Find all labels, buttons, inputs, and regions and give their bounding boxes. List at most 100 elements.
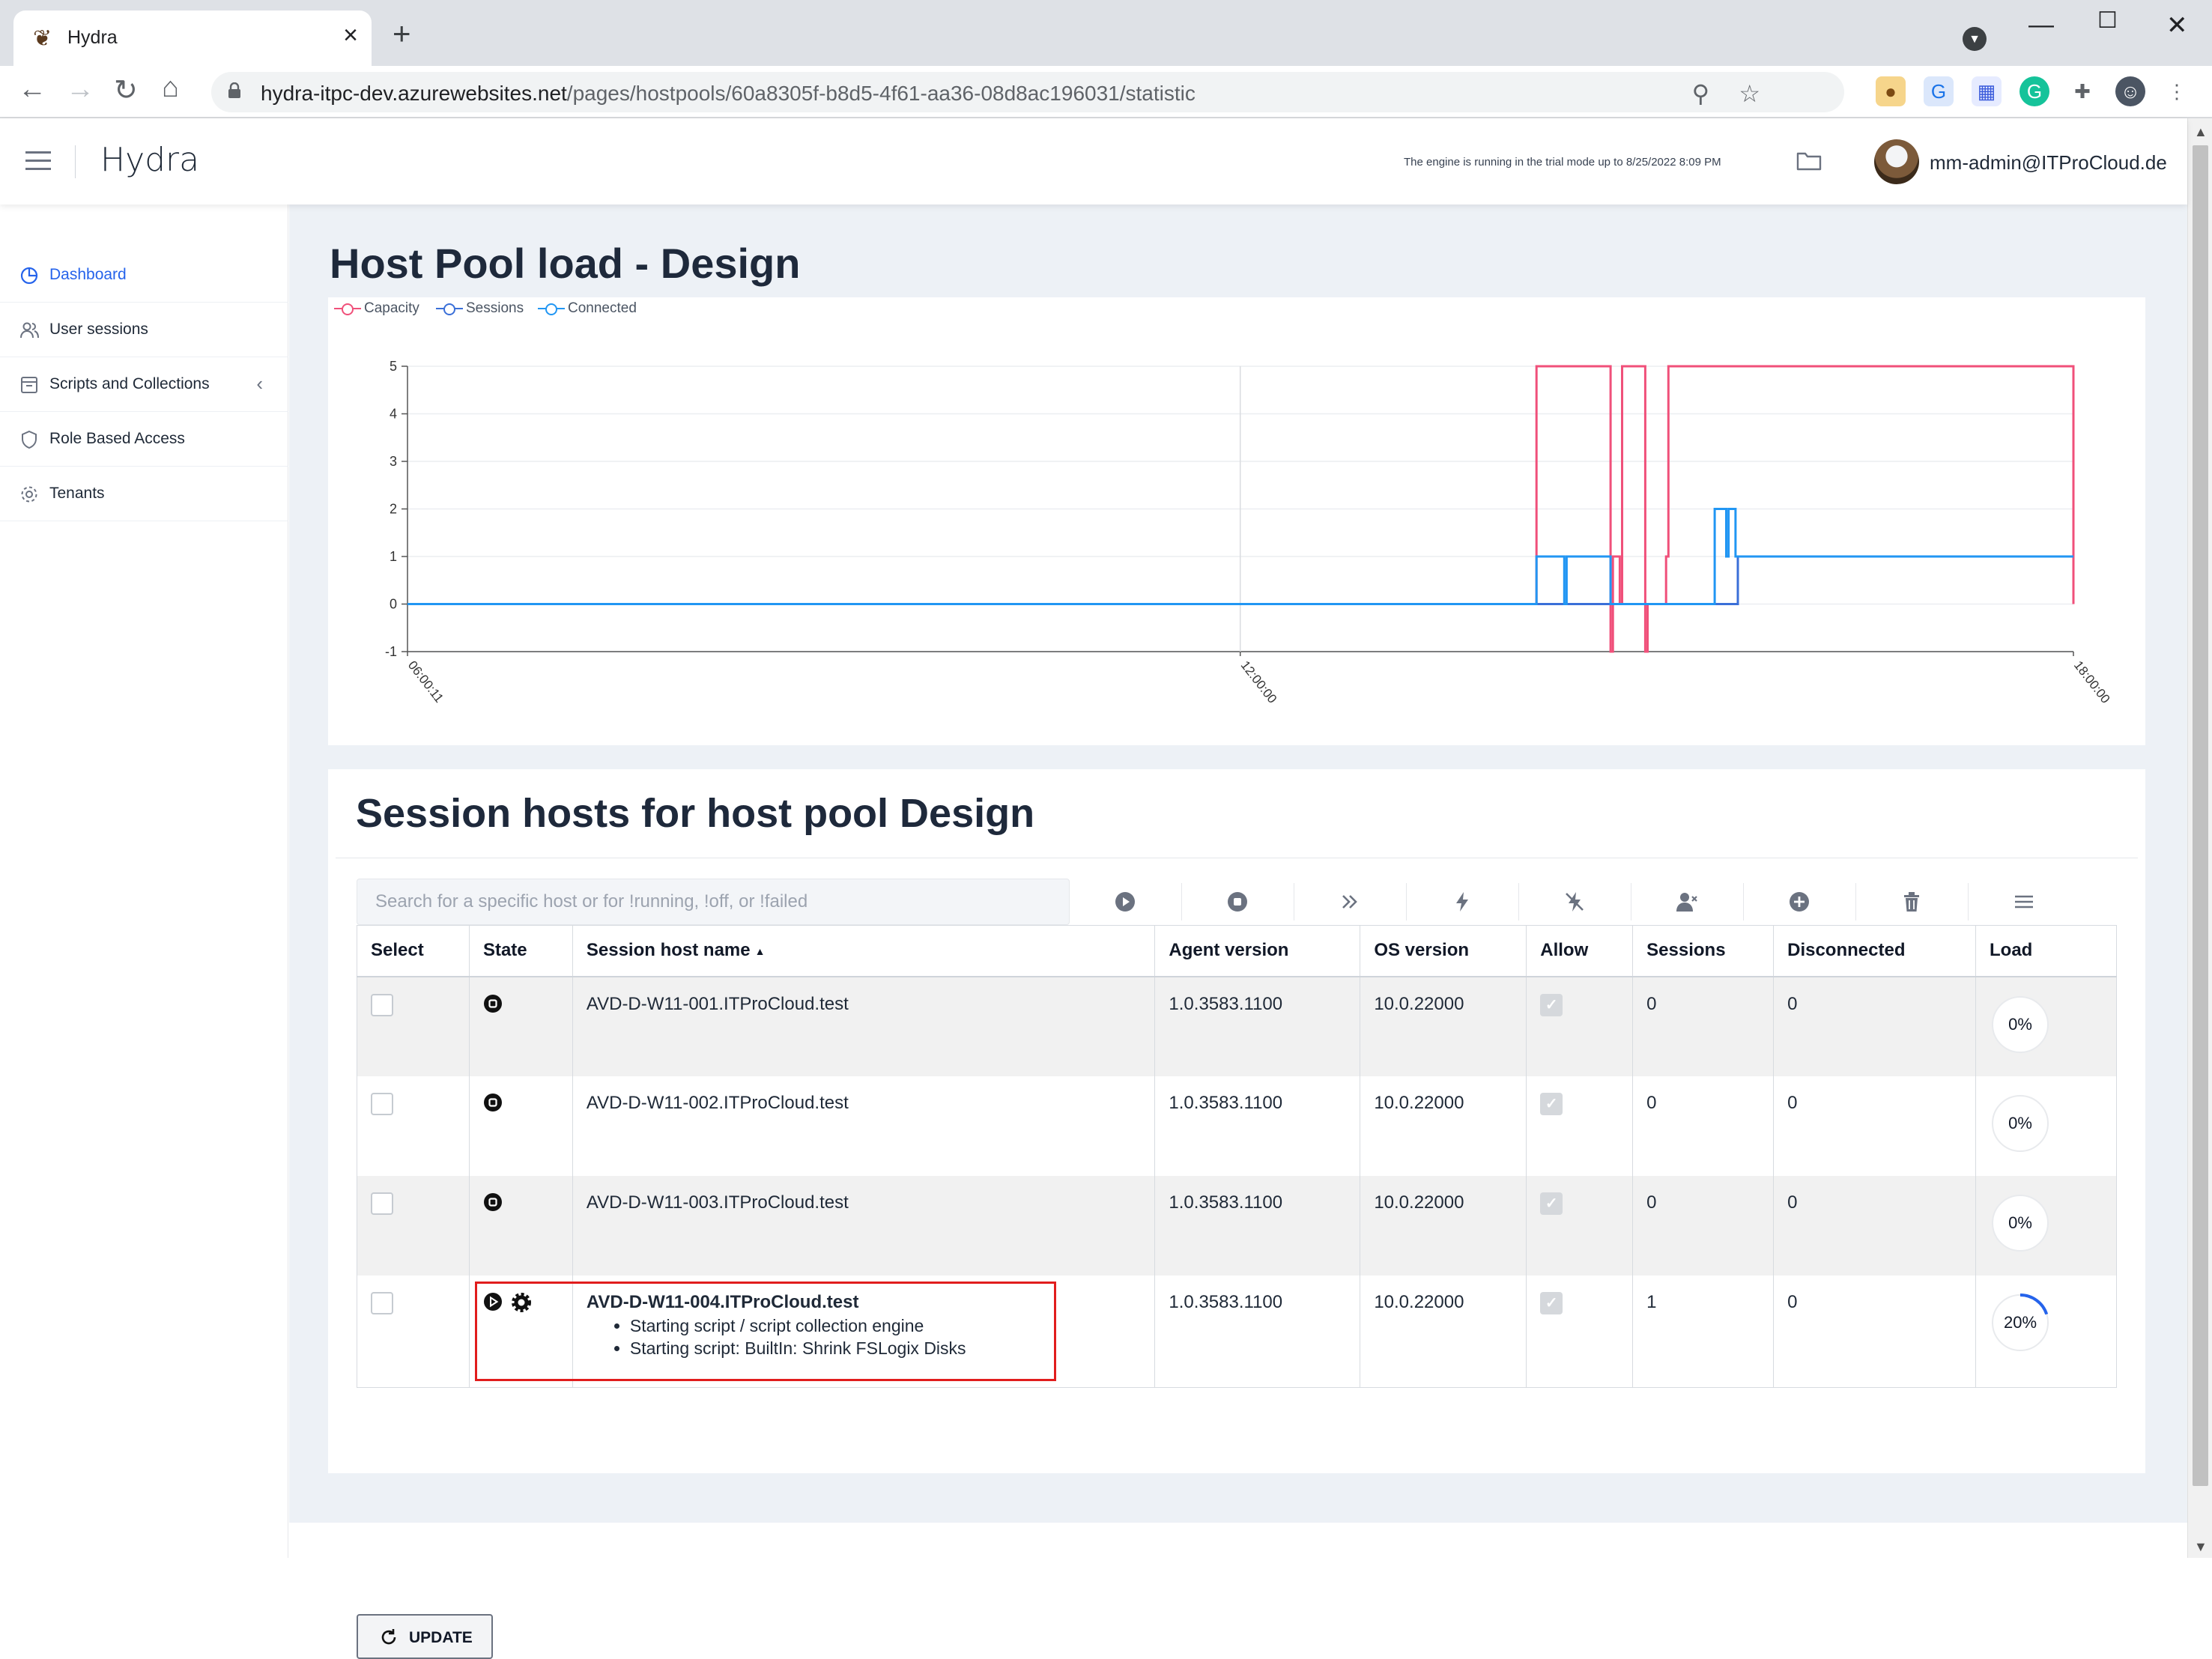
user-name[interactable]: mm-admin@ITProCloud.de — [1930, 151, 2167, 175]
logoff-users-button[interactable] — [1631, 883, 1744, 921]
power-host-button[interactable] — [1407, 883, 1519, 921]
stopped-state-icon — [483, 1192, 502, 1211]
page-scrollbar[interactable]: ▲ ▼ — [2187, 118, 2212, 1558]
allow-cell: ✓ — [1526, 1275, 1634, 1388]
x-tick-label: 06:00:11 — [405, 658, 446, 706]
chart-plot: 5 4 3 2 1 0 -1 06:00:11 12:00:00 18:00:00 — [385, 359, 2113, 706]
col-allow[interactable]: Allow — [1526, 925, 1634, 977]
allow-checkbox[interactable]: ✓ — [1540, 993, 1563, 1016]
add-icon — [1790, 892, 1809, 912]
state-cell — [468, 1076, 573, 1176]
table-row[interactable]: AVD-D-W11-004.ITProCloud.test Starting s… — [357, 1275, 2117, 1388]
table-row[interactable]: AVD-D-W11-002.ITProCloud.test 1.0.3583.1… — [357, 1076, 2117, 1176]
col-host-name[interactable]: Session host name ▲ — [572, 925, 1156, 977]
row-select-checkbox[interactable] — [371, 1092, 393, 1115]
browser-menu-icon[interactable]: ⋮ — [2162, 76, 2192, 106]
state-cell — [468, 976, 573, 1076]
app-title: Hydra — [100, 141, 200, 179]
forward-icon — [1342, 895, 1357, 909]
table-row[interactable]: AVD-D-W11-001.ITProCloud.test 1.0.3583.1… — [357, 976, 2117, 1076]
allow-checkbox[interactable]: ✓ — [1540, 1291, 1563, 1314]
legend-connected-swatch — [538, 301, 565, 316]
col-state[interactable]: State — [468, 925, 573, 977]
legend-sessions[interactable]: Sessions — [436, 300, 524, 317]
delete-host-button[interactable] — [1856, 883, 1969, 921]
remove-user-icon — [1676, 893, 1697, 912]
more-actions-button[interactable] — [1969, 883, 2081, 921]
os-version: 10.0.22000 — [1360, 976, 1527, 1076]
cookie-extension-icon[interactable]: ● — [1876, 76, 1906, 106]
legend-capacity-label: Capacity — [364, 300, 419, 316]
address-bar[interactable]: hydra-itpc-dev.azurewebsites.net/pages/h… — [211, 72, 1844, 112]
restart-host-button[interactable] — [1294, 883, 1407, 921]
sidebar-item-user-sessions[interactable]: User sessions — [0, 303, 288, 357]
sessions-count: 0 — [1632, 1076, 1775, 1176]
maximize-icon[interactable]: ☐ — [2097, 7, 2118, 34]
scroll-thumb[interactable] — [2193, 145, 2208, 1486]
browser-tab[interactable]: ❦ Hydra × — [13, 10, 372, 66]
disconnected-count: 0 — [1773, 1076, 1977, 1176]
extensions-puzzle-icon[interactable]: ✚ — [2067, 76, 2097, 106]
scroll-down-icon[interactable]: ▼ — [2194, 1539, 2208, 1555]
col-os-version[interactable]: OS version — [1360, 925, 1527, 977]
allow-checkbox[interactable]: ✓ — [1540, 1092, 1563, 1115]
reload-icon[interactable]: ↻ — [114, 73, 138, 107]
sidebar: Dashboard User sessions Scripts and Coll… — [0, 204, 288, 1558]
sidebar-item-scripts[interactable]: Scripts and Collections ‹ — [0, 357, 288, 412]
stop-host-button[interactable] — [1182, 883, 1294, 921]
grid-extension-icon[interactable]: ▦ — [1972, 76, 2002, 106]
tab-close-icon[interactable]: × — [343, 21, 358, 50]
y-tick-label: 2 — [390, 502, 397, 517]
sidebar-item-dashboard[interactable]: Dashboard — [0, 248, 288, 303]
host-search-input[interactable] — [357, 879, 1069, 924]
disable-power-button[interactable] — [1519, 883, 1631, 921]
header-divider — [75, 145, 76, 178]
folder-icon[interactable] — [1796, 150, 1822, 171]
sidebar-item-rbac[interactable]: Role Based Access — [0, 412, 288, 467]
profile-avatar-icon[interactable]: ☺ — [2115, 76, 2145, 106]
add-host-button[interactable] — [1744, 883, 1856, 921]
bookmark-star-icon[interactable]: ☆ — [1739, 79, 1760, 108]
load-cell: 0% — [1975, 1076, 2117, 1176]
minimize-icon[interactable]: — — [2028, 10, 2054, 40]
new-tab-button[interactable]: + — [393, 18, 411, 49]
load-value: 20% — [2003, 1312, 2037, 1332]
sidebar-item-tenants[interactable]: Tenants — [0, 467, 288, 521]
scroll-up-icon[interactable]: ▲ — [2194, 124, 2208, 140]
users-icon — [20, 322, 39, 339]
allow-checkbox[interactable]: ✓ — [1540, 1192, 1563, 1215]
user-avatar[interactable] — [1874, 139, 1919, 184]
stop-icon — [1228, 892, 1247, 912]
y-tick-label: 3 — [390, 454, 397, 469]
host-search-box[interactable] — [357, 879, 1070, 925]
forward-nav-icon[interactable]: → — [66, 73, 94, 106]
hamburger-menu-icon[interactable] — [25, 151, 51, 171]
row-select-checkbox[interactable] — [371, 1192, 393, 1215]
col-agent-version[interactable]: Agent version — [1154, 925, 1361, 977]
col-select[interactable]: Select — [357, 925, 470, 977]
translate-extension-icon[interactable]: G — [1924, 76, 1954, 106]
os-version: 10.0.22000 — [1360, 1076, 1527, 1176]
archive-icon — [21, 377, 37, 393]
grammarly-extension-icon[interactable]: G — [2019, 76, 2049, 106]
zoom-icon[interactable]: ⚲ — [1692, 79, 1709, 108]
update-button[interactable]: UPDATE — [357, 1614, 493, 1659]
row-select-checkbox[interactable] — [371, 993, 393, 1016]
start-host-button[interactable] — [1070, 883, 1182, 921]
load-ring: 0% — [1990, 1192, 2051, 1254]
tab-search-icon[interactable]: ▼ — [1963, 27, 1987, 51]
chevron-left-icon[interactable]: ‹ — [256, 372, 263, 395]
row-select-checkbox[interactable] — [371, 1291, 393, 1314]
table-row[interactable]: AVD-D-W11-003.ITProCloud.test 1.0.3583.1… — [357, 1175, 2117, 1276]
col-sessions[interactable]: Sessions — [1632, 925, 1775, 977]
home-icon[interactable]: ⌂ — [162, 72, 179, 104]
legend-capacity[interactable]: Capacity — [334, 300, 419, 317]
legend-connected[interactable]: Connected — [538, 300, 637, 317]
back-icon[interactable]: ← — [18, 73, 46, 106]
sidebar-label-scripts: Scripts and Collections — [49, 375, 210, 392]
col-disconnected[interactable]: Disconnected — [1773, 925, 1977, 977]
window-close-icon[interactable]: ✕ — [2166, 10, 2188, 40]
col-load[interactable]: Load — [1975, 925, 2117, 977]
load-cell: 0% — [1975, 976, 2117, 1076]
load-ring: 0% — [1990, 994, 2051, 1055]
